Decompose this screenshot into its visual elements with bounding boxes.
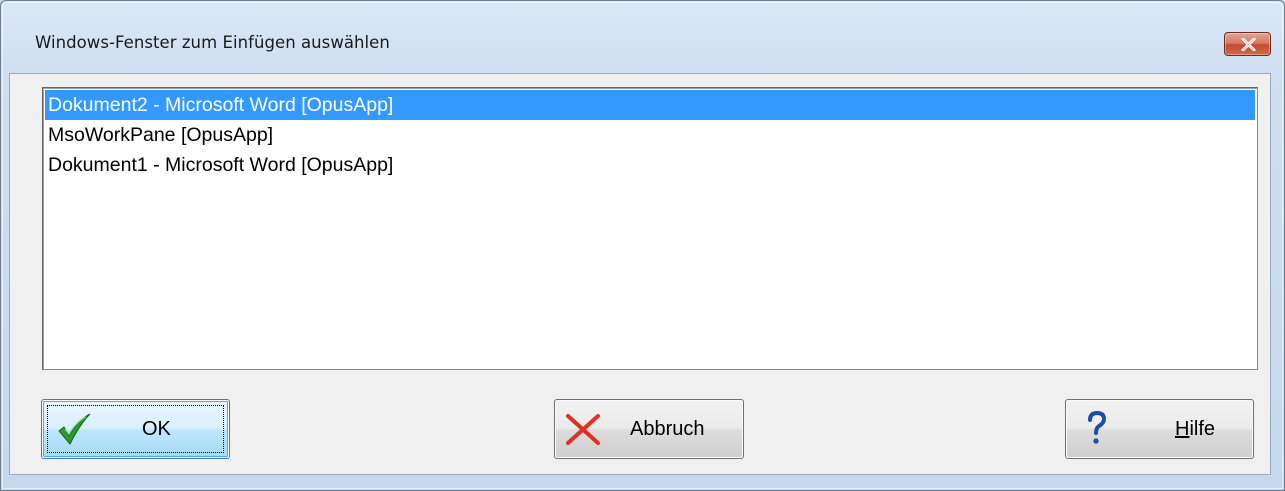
window-title: Windows-Fenster zum Einfügen auswählen bbox=[35, 33, 390, 52]
help-label-rest: ilfe bbox=[1189, 418, 1216, 440]
close-button[interactable] bbox=[1224, 32, 1271, 56]
list-item[interactable]: Dokument1 - Microsoft Word [OpusApp] bbox=[45, 150, 1255, 180]
ok-button[interactable]: OK bbox=[41, 399, 230, 459]
help-accelerator: H bbox=[1175, 418, 1190, 440]
cancel-button[interactable]: Abbruch bbox=[554, 399, 744, 459]
title-bar[interactable]: Windows-Fenster zum Einfügen auswählen bbox=[1, 1, 1284, 73]
help-button[interactable]: Hilfe bbox=[1065, 399, 1254, 459]
list-item[interactable]: Dokument2 - Microsoft Word [OpusApp] bbox=[45, 90, 1255, 120]
cancel-button-label: Abbruch bbox=[630, 418, 705, 440]
list-item[interactable]: MsoWorkPane [OpusApp] bbox=[45, 120, 1255, 150]
ok-button-label: OK bbox=[142, 418, 171, 440]
window-listbox[interactable]: Dokument2 - Microsoft Word [OpusApp] Mso… bbox=[42, 87, 1258, 370]
question-mark-icon bbox=[1088, 411, 1106, 444]
dialog-content: Dokument2 - Microsoft Word [OpusApp] Mso… bbox=[9, 73, 1271, 475]
dialog-window: Windows-Fenster zum Einfügen auswählen D… bbox=[0, 0, 1285, 491]
cross-icon bbox=[566, 414, 600, 445]
help-button-label: Hilfe bbox=[1175, 400, 1215, 458]
checkmark-icon bbox=[58, 413, 91, 445]
close-icon bbox=[1241, 38, 1256, 51]
